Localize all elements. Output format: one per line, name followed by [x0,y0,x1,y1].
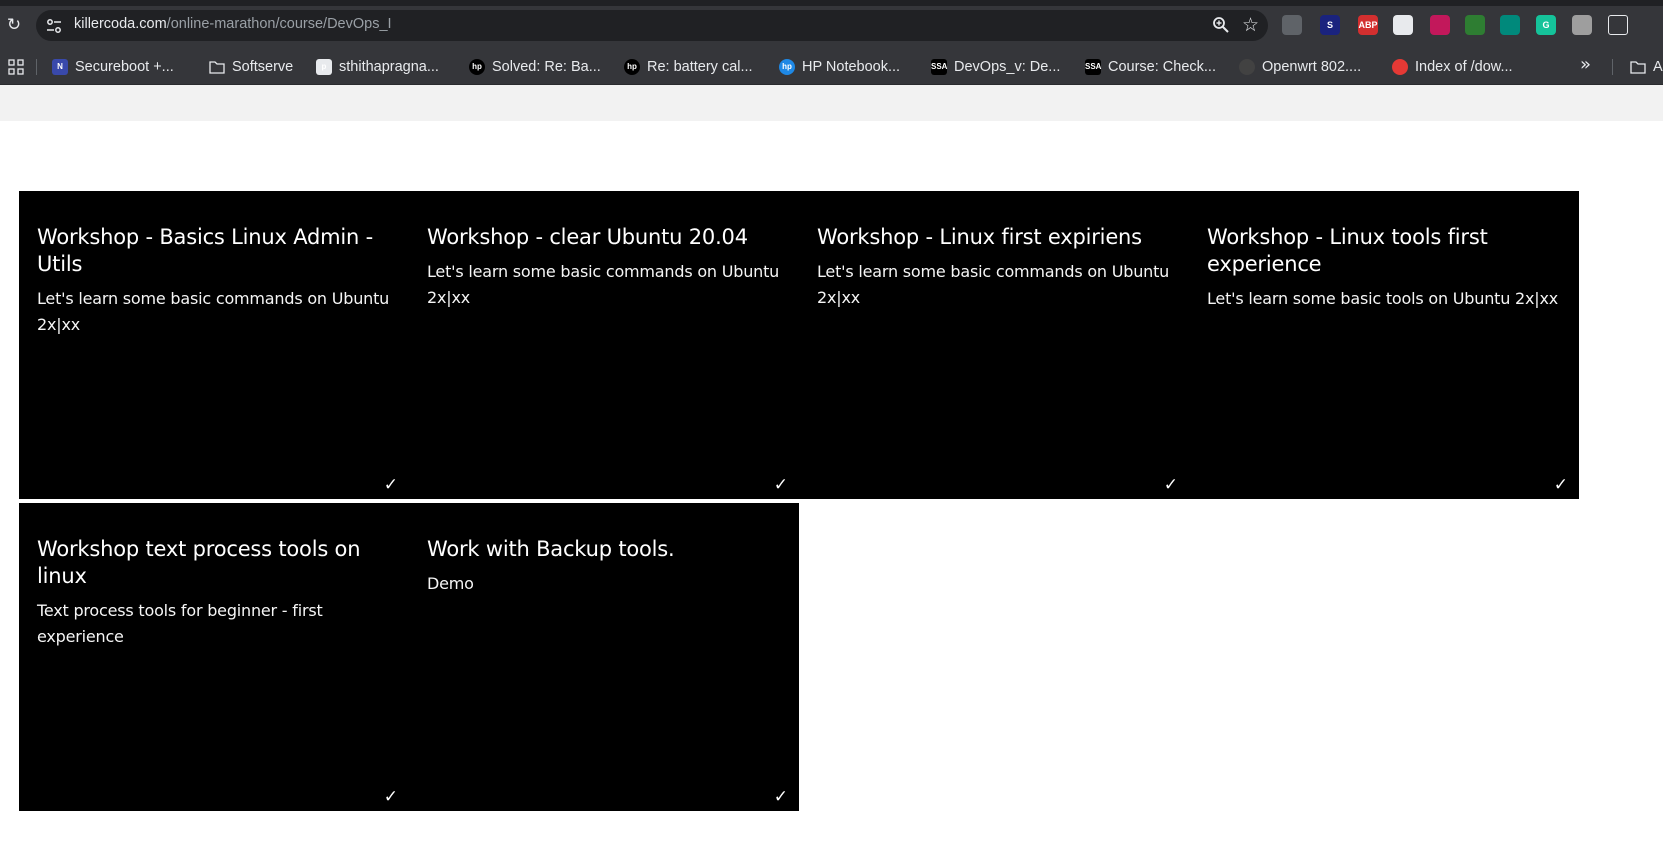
folder-icon [1630,61,1646,74]
bookmark-label: sthithapragna... [339,59,439,75]
bookmark-label: Secureboot +... [75,59,174,75]
bookmark-item[interactable]: SSA DevOps_v: De... [931,57,1060,77]
tab-strip [0,0,1663,6]
course-title: Workshop text process tools on linux [37,537,361,588]
grammarly-icon[interactable]: G [1536,15,1556,35]
completed-check-icon: ✓ [773,475,788,495]
completed-check-icon: ✓ [383,475,398,495]
course-description: Let's learn some basic commands on Ubunt… [427,262,780,307]
bookmark-label: Index of /dow... [1415,59,1513,75]
image-extension-icon[interactable] [1500,15,1520,35]
course-description: Let's learn some basic commands on Ubunt… [817,262,1170,307]
course-card[interactable]: Work with Backup tools. Demo ✓ [409,503,799,811]
bookmarks-overflow-chevron-icon[interactable]: » [1580,54,1591,75]
favicon-icon [1392,59,1408,75]
apps-grid-icon[interactable] [8,59,24,75]
completed-check-icon: ✓ [1553,475,1568,495]
course-card[interactable]: Workshop - Basics Linux Admin - Utils Let… [19,191,409,499]
favicon-icon: SSA [1085,59,1101,75]
favicon-icon [1239,59,1255,75]
page-header-bar [0,85,1663,121]
adblock-plus-icon[interactable]: ABP [1358,15,1378,35]
bookmark-label: Softserve [232,59,294,75]
bookmarks-divider-right [1612,59,1613,75]
url-host: killercoda.com [74,16,167,32]
bookmark-label: Course: Check... [1108,59,1216,75]
bookmark-label: Re: battery cal... [647,59,753,75]
site-settings-icon[interactable] [46,18,62,34]
url-text[interactable]: killercoda.com/online-marathon/course/De… [74,16,392,32]
bookmark-item[interactable]: hp Re: battery cal... [624,57,753,77]
zoom-icon[interactable] [1212,16,1230,34]
shield-extension-icon[interactable] [1282,15,1302,35]
cube-extension-icon[interactable] [1393,15,1413,35]
bookmark-item[interactable]: Openwrt 802.... [1239,57,1361,77]
course-description: Text process tools for beginner - first … [37,601,323,646]
bookmarks-divider [36,59,37,75]
folder-icon [209,59,225,75]
crown-extension-icon[interactable] [1430,15,1450,35]
reload-icon[interactable]: ↻ [3,14,25,36]
completed-check-icon: ✓ [773,787,788,807]
course-card[interactable]: Workshop - clear Ubuntu 20.04 Let's learn… [409,191,799,499]
other-bookmarks-folder[interactable]: A [1630,57,1663,77]
bookmark-item[interactable]: p sthithapragna... [316,57,439,77]
completed-check-icon: ✓ [383,787,398,807]
puzzle-extensions-icon[interactable] [1608,15,1628,35]
course-description: Let's learn some basic tools on Ubuntu 2… [1207,289,1559,308]
bookmark-label: DevOps_v: De... [954,59,1061,75]
favicon-icon: hp [469,59,485,75]
course-title: Workshop - Linux first expiriens [817,225,1142,249]
bookmark-item[interactable]: hp HP Notebook... [779,57,900,77]
completed-check-icon: ✓ [1163,475,1178,495]
course-card[interactable]: Workshop text process tools on linux Text… [19,503,409,811]
favicon-icon: SSA [931,59,947,75]
bookmark-label: HP Notebook... [802,59,901,75]
address-bar[interactable]: killercoda.com/online-marathon/course/De… [36,10,1268,41]
course-card[interactable]: Workshop - Linux first expiriens Let's le… [799,191,1189,499]
bookmark-label: Solved: Re: Ba... [492,59,601,75]
favicon-icon: p [316,59,332,75]
course-description: Demo [427,574,474,593]
course-title: Workshop - clear Ubuntu 20.04 [427,225,748,249]
printer-extension-icon[interactable] [1572,15,1592,35]
bookmarks-bar: N Secureboot +... Softserve p sthithapragna.… [0,49,1663,85]
course-title: Workshop - Basics Linux Admin - Utils [37,225,373,276]
bookmark-item[interactable]: Index of /dow... [1392,57,1513,77]
favicon-icon: hp [779,59,795,75]
bookmark-item[interactable]: Softserve [209,57,293,77]
bookmark-item[interactable]: SSA Course: Check... [1085,57,1216,77]
course-card[interactable]: Workshop - Linux tools first experience L… [1189,191,1579,499]
browser-toolbar: ↻ killercoda.com/online-marathon/course/… [0,0,1663,49]
favicon-icon: hp [624,59,640,75]
other-bookmarks-label: A [1653,59,1663,75]
bookmark-star-icon[interactable]: ☆ [1242,13,1259,37]
course-title: Workshop - Linux tools first experience [1207,225,1488,276]
bookmark-item[interactable]: N Secureboot +... [52,57,174,77]
course-description: Let's learn some basic commands on Ubunt… [37,289,390,334]
s-extension-icon[interactable]: S [1320,15,1340,35]
leaf-extension-icon[interactable] [1465,15,1485,35]
bookmark-item[interactable]: hp Solved: Re: Ba... [469,57,601,77]
bookmark-label: Openwrt 802.... [1262,59,1362,75]
course-title: Work with Backup tools. [427,537,675,561]
url-path: /online-marathon/course/DevOps_I [166,16,392,32]
favicon-icon: N [52,59,68,75]
